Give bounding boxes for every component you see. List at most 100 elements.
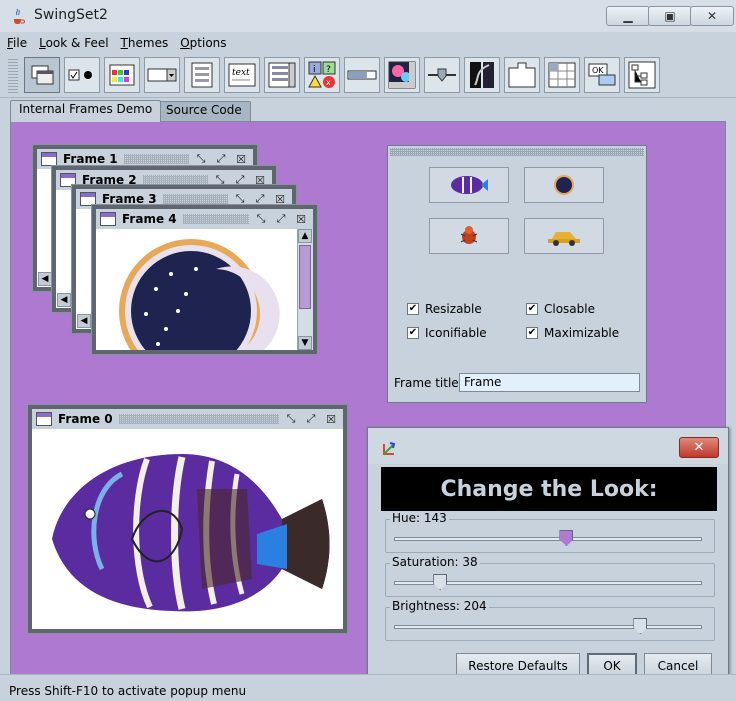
frame-icon [100, 212, 116, 226]
frame-title-bar[interactable]: Frame 0 ⤡ ⤢ ☒ [32, 409, 343, 429]
close-window-button[interactable]: ✕ [690, 6, 734, 26]
toolbar-grip[interactable] [8, 57, 18, 93]
maximize-button[interactable]: ▣ [648, 6, 692, 26]
brightness-slider-track[interactable] [394, 625, 702, 629]
maximize-icon[interactable]: ⤢ [273, 212, 289, 226]
frame-title: Frame 4 [122, 212, 177, 226]
minimize-button[interactable]: ▁ [606, 6, 650, 26]
option-pane-demo-button[interactable]: i? x [304, 57, 340, 93]
iconifiable-checkbox[interactable]: ✔ Iconifiable [407, 326, 487, 340]
scroll-left-arrow[interactable]: ◀ [77, 314, 91, 328]
create-fish-frame-button[interactable] [429, 167, 509, 203]
combobox-demo-button[interactable] [144, 57, 180, 93]
progress-bar-demo-button[interactable] [344, 57, 380, 93]
table-demo-button[interactable] [544, 57, 580, 93]
hue-slider-track[interactable] [394, 537, 702, 541]
frame-icon [80, 192, 96, 206]
maximize-icon[interactable]: ⤢ [303, 412, 319, 426]
window-title: SwingSet2 [34, 7, 108, 23]
change-look-dialog: ✕ Change the Look: Hue: 143 Saturation: … [367, 427, 729, 692]
frame-title-field[interactable]: Frame [459, 373, 640, 392]
fish-image [52, 454, 330, 612]
saturation-slider-thumb[interactable] [433, 574, 448, 590]
menu-options[interactable]: Options [180, 36, 226, 50]
editor-pane-demo-button[interactable]: text [224, 57, 260, 93]
checkbox-box[interactable]: ✔ [526, 327, 538, 339]
dialog-close-button[interactable]: ✕ [679, 437, 719, 458]
frame-title: Frame 3 [102, 192, 157, 206]
saturation-label: Saturation: 38 [390, 555, 480, 569]
svg-text:OK: OK [592, 66, 604, 75]
frame-creation-palette: ✔ Resizable ✔ Closable ✔ Iconifiable ✔ Maxim… [387, 145, 647, 403]
maximizable-checkbox[interactable]: ✔ Maximizable [526, 326, 619, 340]
menu-bar: File Look & Feel Themes Options [0, 32, 736, 54]
tabbed-pane-demo-button[interactable] [504, 57, 540, 93]
status-bar: Press Shift-F10 to activate popup menu [0, 674, 736, 701]
svg-text:text: text [232, 68, 250, 78]
scroll-thumb[interactable] [299, 245, 311, 309]
dialog-app-icon [383, 442, 396, 455]
scroll-up-arrow[interactable]: ▲ [298, 229, 312, 243]
close-icon[interactable]: ☒ [272, 192, 288, 206]
frame-icon [41, 152, 57, 166]
svg-text:x: x [326, 78, 331, 87]
file-chooser-demo-button[interactable] [184, 57, 220, 93]
scroll-down-arrow[interactable]: ▼ [298, 336, 312, 350]
checkbox-box[interactable]: ✔ [526, 303, 538, 315]
closable-checkbox[interactable]: ✔ Closable [526, 302, 595, 316]
create-moon-frame-button[interactable] [524, 167, 604, 203]
color-chooser-demo-button[interactable] [104, 57, 140, 93]
resizable-checkbox[interactable]: ✔ Resizable [407, 302, 482, 316]
scroll-left-arrow[interactable]: ◀ [38, 272, 52, 286]
hue-label: Hue: 143 [390, 511, 449, 525]
internal-frame-demo-button[interactable] [24, 57, 60, 93]
slider-demo-button[interactable] [424, 57, 460, 93]
scroll-pane-demo-button[interactable] [384, 57, 420, 93]
tab-internal-frames-demo[interactable]: Internal Frames Demo [10, 100, 162, 122]
palette-grip[interactable] [390, 148, 644, 156]
scroll-left-arrow[interactable]: ◀ [57, 293, 71, 307]
menu-look-and-feel[interactable]: Look & Feel [39, 36, 108, 50]
frame-icon [36, 412, 52, 426]
iconify-icon[interactable]: ⤡ [283, 412, 299, 426]
internal-frame-0[interactable]: Frame 0 ⤡ ⤢ ☒ [28, 405, 347, 633]
frame-title: Frame 0 [58, 412, 113, 426]
close-icon[interactable]: ☒ [293, 212, 309, 226]
tab-source-code[interactable]: Source Code [157, 101, 251, 121]
create-bug-frame-button[interactable] [429, 218, 509, 254]
vertical-scrollbar[interactable]: ▲ ▼ [297, 229, 313, 350]
create-cab-frame-button[interactable] [524, 218, 604, 254]
svg-text:i: i [313, 65, 316, 75]
close-icon[interactable]: ☒ [233, 152, 249, 166]
tree-demo-button[interactable] [624, 57, 660, 93]
moon-image [119, 239, 280, 350]
frame-title-bar[interactable]: Frame 4 ⤡ ⤢ ☒ [96, 209, 313, 229]
internal-frame-4[interactable]: Frame 4 ⤡ ⤢ ☒ ▲ ▼ [92, 205, 317, 354]
maximize-icon[interactable]: ⤢ [213, 152, 229, 166]
iconify-icon[interactable]: ⤡ [253, 212, 269, 226]
svg-text:?: ? [326, 65, 331, 75]
dialog-title-bar[interactable]: ✕ [368, 428, 728, 464]
iconify-icon[interactable]: ⤡ [232, 192, 248, 206]
brightness-slider-thumb[interactable] [633, 618, 648, 634]
menu-themes[interactable]: Themes [121, 36, 169, 50]
checkbox-box[interactable]: ✔ [407, 303, 419, 315]
tooltip-demo-button[interactable]: OK [584, 57, 620, 93]
hue-group: Hue: 143 [385, 511, 715, 553]
buttons-demo-button[interactable] [64, 57, 100, 93]
hue-slider-thumb[interactable] [559, 530, 574, 546]
close-icon[interactable]: ☒ [323, 412, 339, 426]
saturation-group: Saturation: 38 [385, 555, 715, 597]
brightness-group: Brightness: 204 [385, 599, 715, 641]
checkbox-box[interactable]: ✔ [407, 327, 419, 339]
list-demo-button[interactable] [264, 57, 300, 93]
java-icon [9, 7, 27, 25]
brightness-label: Brightness: 204 [390, 599, 489, 613]
dialog-banner: Change the Look: [381, 467, 717, 511]
frame-title-label: Frame title: [394, 376, 463, 390]
maximize-icon[interactable]: ⤢ [252, 192, 268, 206]
menu-file[interactable]: File [7, 36, 27, 50]
iconify-icon[interactable]: ⤡ [193, 152, 209, 166]
split-pane-demo-button[interactable] [464, 57, 500, 93]
frame-title: Frame 1 [63, 152, 118, 166]
